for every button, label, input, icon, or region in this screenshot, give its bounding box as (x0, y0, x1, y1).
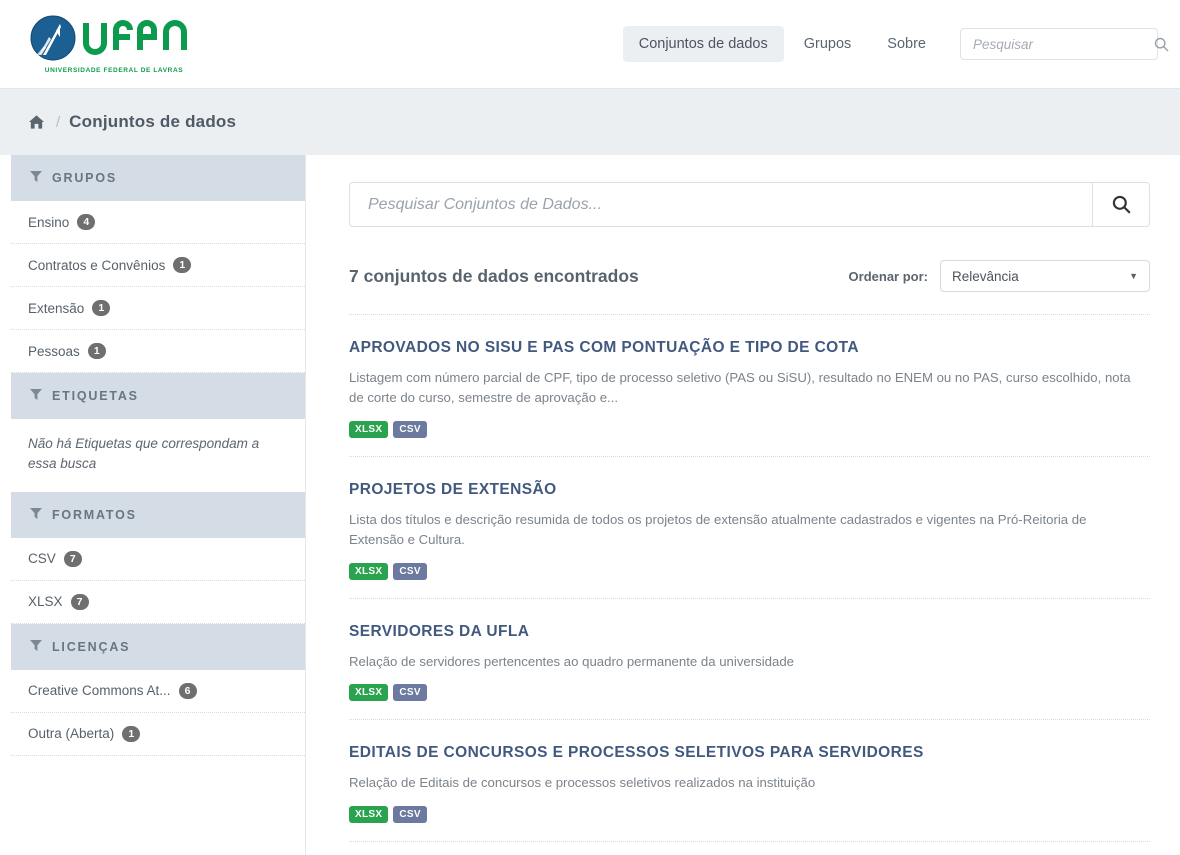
facet-title: ETIQUETAS (52, 389, 139, 403)
dataset-notes: Listagem com número parcial de CPF, tipo… (349, 370, 1131, 406)
results-bar: 7 conjuntos de dados encontrados Ordenar… (349, 260, 1150, 315)
nav-item-conjuntos-de-dados[interactable]: Conjuntos de dados (622, 26, 784, 62)
facet-item-label: Outra (Aberta) (28, 726, 115, 741)
ufla-wordmark (80, 18, 198, 63)
facet-list-grupos: Ensino 4 Contratos e Convênios 1 Extensã… (11, 201, 305, 373)
facet-item-count: 7 (63, 550, 82, 567)
dataset-title[interactable]: APROVADOS NO SISU E PAS COM PONTUAÇÃO E … (349, 339, 1150, 357)
dataset-formats: XLSX CSV (349, 562, 1150, 580)
dataset-notes: Relação de servidores pertencentes ao qu… (349, 653, 795, 669)
breadcrumb-current: Conjuntos de dados (69, 112, 237, 131)
results-count: 7 conjuntos de dados encontrados (349, 265, 639, 286)
facet-item-label: Creative Commons At... (28, 683, 171, 698)
facet-list-formatos: CSV 7 XLSX 7 (11, 537, 305, 624)
home-icon[interactable] (28, 114, 45, 130)
facet-item-extensao[interactable]: Extensão 1 (11, 287, 305, 330)
dataset-formats: XLSX CSV (349, 805, 1150, 823)
sort-control: Ordenar por: Relevância ▼ (849, 260, 1150, 292)
header-search[interactable] (960, 28, 1169, 60)
format-badge-csv[interactable]: CSV (393, 805, 427, 823)
chevron-down-icon: ▼ (1129, 271, 1138, 281)
format-badge-csv[interactable]: CSV (393, 420, 427, 438)
facet-item-count: 4 (77, 214, 96, 230)
dataset-search-button[interactable] (1092, 182, 1150, 227)
facet-item-pessoas[interactable]: Pessoas 1 (11, 330, 305, 373)
facet-title: FORMATOS (52, 507, 137, 522)
dataset-formats: XLSX CSV (349, 684, 1150, 702)
filter-funnel-icon (30, 389, 42, 403)
format-badge-xlsx[interactable]: XLSX (349, 684, 389, 702)
format-badge-xlsx[interactable]: XLSX (349, 562, 389, 580)
facet-header-licencas: LICENÇAS (11, 623, 305, 670)
facet-item-count: 1 (87, 343, 106, 359)
dataset-title[interactable]: PROJETOS DE EXTENSÃO (349, 481, 1150, 499)
logo-subtitle: UNIVERSIDADE FEDERAL DE LAVRAS (44, 66, 184, 74)
nav-item-sobre[interactable]: Sobre (871, 26, 942, 62)
facet-item-count: 1 (122, 725, 141, 742)
facet-list-licencas: Creative Commons At... 6 Outra (Aberta) … (11, 669, 305, 756)
dataset-title[interactable]: EDITAIS DE CONCURSOS E PROCESSOS SELETIV… (349, 744, 1150, 762)
ufla-swoosh-logo-icon (30, 15, 76, 66)
facet-item-label: Extensão (28, 300, 85, 316)
facet-header-formatos: FORMATOS (11, 491, 305, 538)
facet-item-contratos-e-convenios[interactable]: Contratos e Convênios 1 (11, 244, 305, 287)
dataset-item: APROVADOS NO SISU E PAS COM PONTUAÇÃO E … (349, 315, 1150, 457)
breadcrumb: / Conjuntos de dados (0, 88, 1180, 155)
site-logo[interactable]: UNIVERSIDADE FEDERAL DE LAVRAS (30, 15, 198, 74)
dataset-search-input[interactable] (349, 182, 1092, 227)
facet-title: GRUPOS (52, 171, 117, 185)
facet-item-creative-commons[interactable]: Creative Commons At... 6 (11, 670, 305, 713)
main-navigation: Conjuntos de dados Grupos Sobre (622, 26, 1169, 62)
site-header: UNIVERSIDADE FEDERAL DE LAVRAS Conjuntos… (0, 0, 1180, 88)
facet-item-xlsx[interactable]: XLSX 7 (11, 581, 305, 624)
facet-item-count: 1 (92, 300, 111, 316)
facet-item-label: Ensino (28, 214, 70, 230)
dataset-formats: XLSX CSV (349, 420, 1150, 438)
dataset-item: EDITAIS DE CONCURSOS E PROCESSOS SELETIV… (349, 720, 1150, 842)
facet-item-outra-aberta[interactable]: Outra (Aberta) 1 (11, 713, 305, 756)
facet-item-label: Pessoas (28, 343, 80, 359)
facet-header-etiquetas: ETIQUETAS (11, 373, 305, 419)
page-body: GRUPOS Ensino 4 Contratos e Convênios 1 … (0, 155, 1180, 855)
facet-item-count: 1 (173, 257, 192, 273)
search-icon[interactable] (1154, 37, 1169, 52)
facet-item-label: XLSX (28, 594, 63, 609)
facet-item-count: 7 (70, 593, 89, 610)
facet-header-grupos: GRUPOS (11, 155, 305, 201)
dataset-item: PROJETOS DE EXTENSÃO Lista dos títulos e… (349, 457, 1150, 599)
dataset-title[interactable]: SERVIDORES DA UFLA (349, 623, 1150, 641)
sidebar-filters: GRUPOS Ensino 4 Contratos e Convênios 1 … (0, 155, 306, 855)
sort-select[interactable]: Relevância ▼ (940, 260, 1150, 292)
dataset-notes: Relação de Editais de concursos e proces… (349, 775, 816, 791)
facet-title: LICENÇAS (52, 639, 131, 654)
facet-empty-message: Não há Etiquetas que correspondam a essa… (28, 436, 260, 472)
facet-item-ensino[interactable]: Ensino 4 (11, 201, 305, 244)
dataset-item: DISSERTAÇÕES, TESES OU TRABALHOS DE CONC… (349, 842, 1150, 855)
nav-item-grupos[interactable]: Grupos (788, 26, 868, 62)
format-badge-xlsx[interactable]: XLSX (349, 420, 389, 438)
filter-funnel-icon (30, 171, 42, 185)
facet-item-csv[interactable]: CSV 7 (11, 538, 305, 581)
dataset-item: SERVIDORES DA UFLA Relação de servidores… (349, 599, 1150, 721)
facet-list-etiquetas: Não há Etiquetas que correspondam a essa… (11, 419, 305, 492)
header-search-input[interactable] (971, 35, 1154, 53)
facet-item-count: 6 (178, 682, 197, 699)
facet-item-label: Contratos e Convênios (28, 257, 166, 273)
filter-funnel-icon (30, 507, 42, 522)
dataset-search-form (349, 182, 1150, 227)
format-badge-xlsx[interactable]: XLSX (349, 805, 389, 823)
facet-item-label: CSV (28, 551, 56, 566)
format-badge-csv[interactable]: CSV (393, 684, 427, 702)
dataset-notes: Lista dos títulos e descrição resumida d… (349, 511, 1087, 548)
filter-funnel-icon (30, 639, 42, 654)
breadcrumb-separator: / (56, 113, 61, 131)
format-badge-csv[interactable]: CSV (393, 562, 427, 580)
main-content: 7 conjuntos de dados encontrados Ordenar… (306, 155, 1180, 855)
sort-selected-value: Relevância (952, 268, 1019, 284)
sort-label: Ordenar por: (848, 268, 928, 284)
